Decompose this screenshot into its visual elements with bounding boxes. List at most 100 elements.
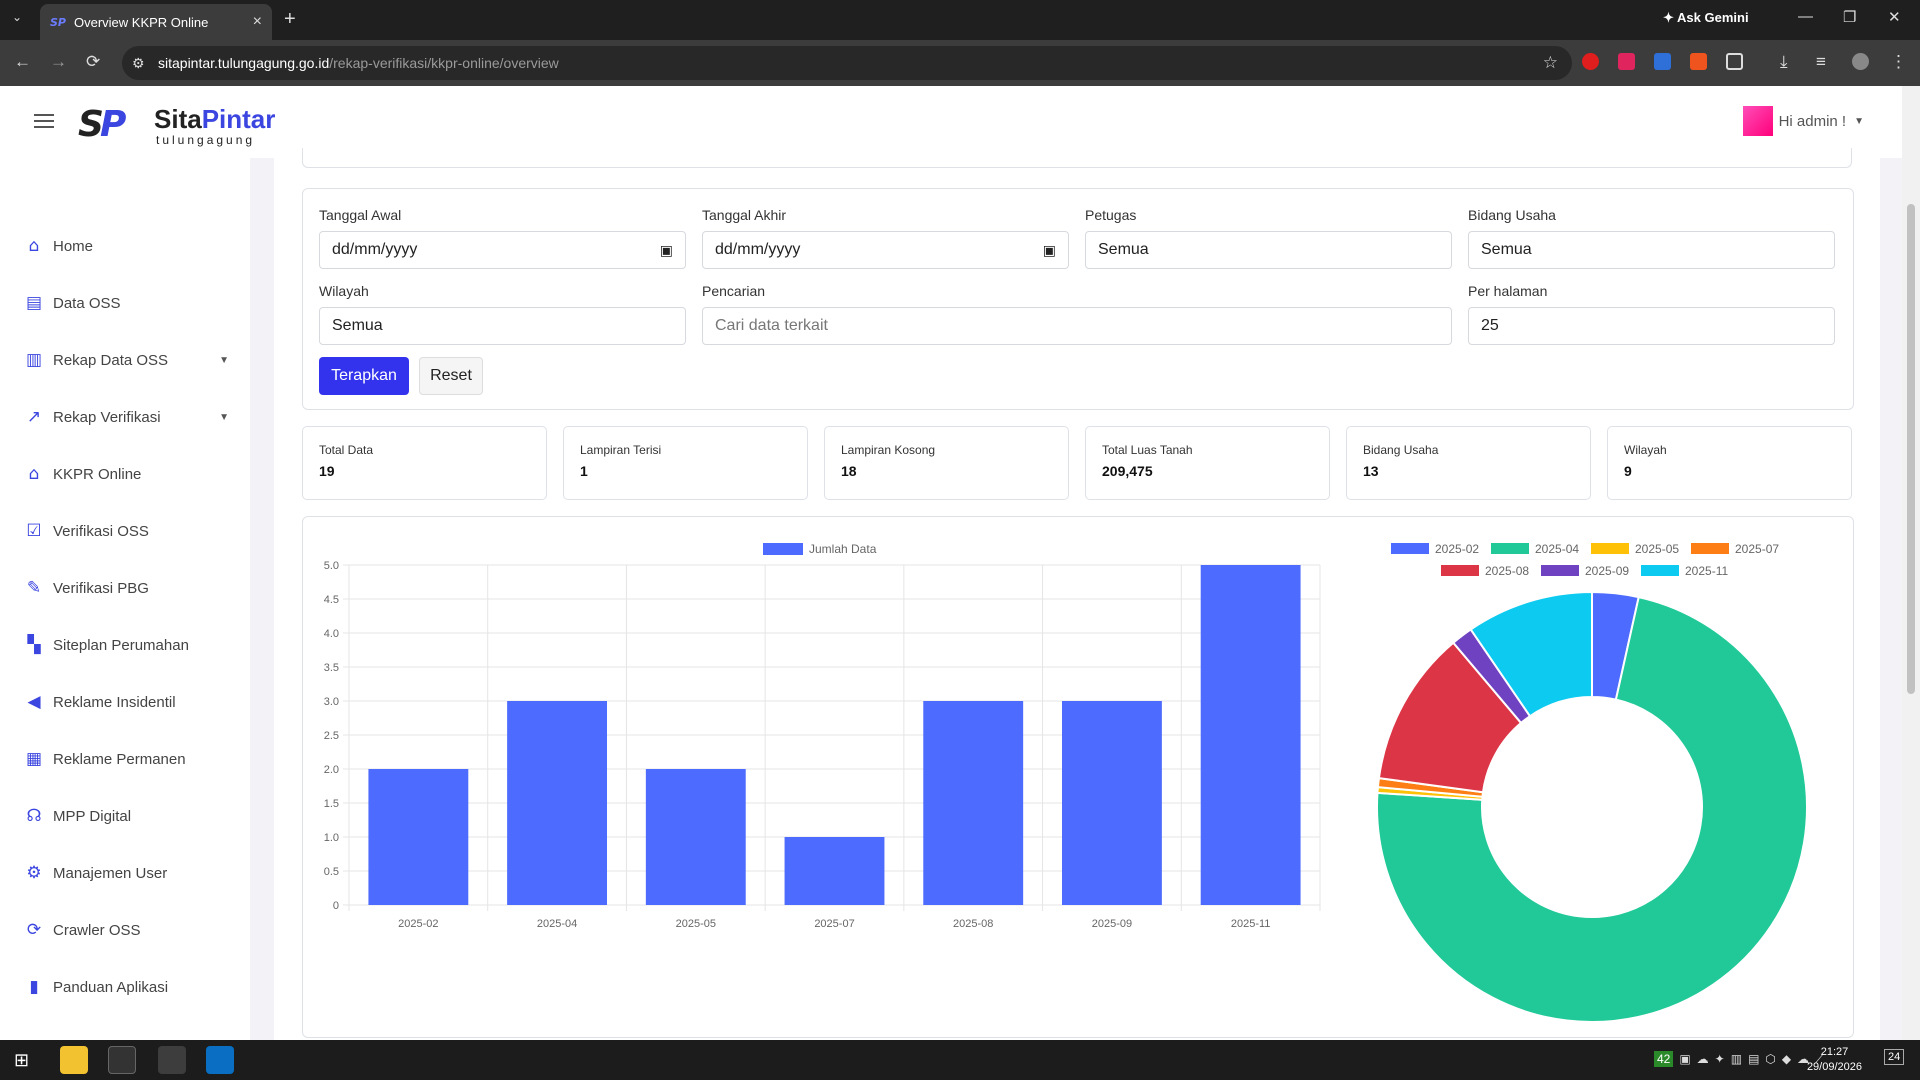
browser-tab[interactable]: SP Overview KKPR Online ×: [40, 4, 272, 40]
system-tray-icons[interactable]: ▣▣☁✦▥▤⬡◆☁⟋: [1662, 1052, 1830, 1067]
sidebar-item-crawler-oss[interactable]: ⟳ Crawler OSS: [24, 918, 229, 942]
stat-label: Total Luas Tanah: [1102, 443, 1193, 457]
close-tab-icon[interactable]: ×: [253, 13, 262, 31]
pencarian-field: Pencarian Cari data terkait: [702, 283, 1452, 345]
vscode-icon[interactable]: [206, 1046, 234, 1074]
petugas-select[interactable]: Semua: [1085, 231, 1452, 269]
pie-legend-swatch: [1641, 565, 1679, 576]
reload-icon[interactable]: ⟳: [86, 52, 100, 72]
tanggal-akhir-input[interactable]: dd/mm/yyyy ▣: [702, 231, 1069, 269]
logo-name-part-b: Pintar: [201, 104, 276, 134]
browser-menu-icon[interactable]: ⋮: [1890, 52, 1907, 72]
sidebar-item-kkpr-online[interactable]: ⌂ KKPR Online: [24, 462, 229, 486]
back-icon[interactable]: ←: [14, 52, 31, 72]
reading-list-icon[interactable]: ≡: [1816, 52, 1826, 72]
tanggal-awal-input[interactable]: dd/mm/yyyy ▣: [319, 231, 686, 269]
minimize-icon[interactable]: —: [1798, 8, 1813, 25]
chrome-icon[interactable]: [158, 1046, 186, 1074]
bidang-usaha-select[interactable]: Semua: [1468, 231, 1835, 269]
sidebar-item-data-oss[interactable]: ▤ Data OSS: [24, 291, 229, 315]
sidebar-item-verifikasi-oss[interactable]: ☑ Verifikasi OSS: [24, 519, 229, 543]
windows-start-icon[interactable]: ⊞: [14, 1050, 29, 1071]
forward-icon[interactable]: →: [50, 52, 67, 72]
terminal-icon[interactable]: [108, 1046, 136, 1074]
page: SP SitaPintar tulungagung Hi admin ! ▼ ⌂…: [0, 86, 1920, 1040]
bookmark-star-icon[interactable]: ☆: [1543, 53, 1558, 73]
chart-card: Jumlah Data 0 0.5 1.0 1.5 2.0 2.5 3.0 3.5 4.0 4.5 5…: [302, 516, 1854, 1038]
url-host: sitapintar.tulungagung.go.id: [158, 55, 330, 71]
sidebar-item-label: Crawler OSS: [53, 921, 141, 939]
logo-name[interactable]: SitaPintar: [154, 104, 275, 135]
restore-icon[interactable]: ❐: [1843, 8, 1856, 26]
extension-icon[interactable]: [1618, 53, 1635, 70]
sidebar-item-rekap-data-oss[interactable]: ▥ Rekap Data OSS ▼: [24, 348, 229, 372]
extension-icon[interactable]: [1582, 53, 1599, 70]
taskbar-clock[interactable]: 21:27 29/09/2026: [1807, 1045, 1862, 1075]
sidebar-item-label: Manajemen User: [53, 864, 168, 882]
profile-avatar-icon[interactable]: [1852, 53, 1869, 70]
search-input[interactable]: Cari data terkait: [702, 307, 1452, 345]
notification-count[interactable]: 24: [1884, 1049, 1905, 1065]
tab-search-icon[interactable]: ⌄: [12, 10, 22, 24]
file-explorer-icon[interactable]: [60, 1046, 88, 1074]
map-icon: ▚: [27, 635, 41, 655]
stat-card: Lampiran Terisi 1: [563, 426, 808, 500]
calendar-icon[interactable]: ▣: [660, 242, 673, 259]
clock-time: 21:27: [1820, 1046, 1849, 1058]
download-icon[interactable]: ⤓: [1780, 52, 1788, 72]
sidebar-item-label: Home: [53, 237, 94, 255]
tray-badge[interactable]: 42: [1654, 1051, 1674, 1067]
calendar-icon[interactable]: ▣: [1043, 242, 1056, 259]
sidebar-item-panduan-aplikasi[interactable]: ▮ Panduan Aplikasi: [24, 975, 229, 999]
tab-title: Overview KKPR Online: [73, 14, 209, 30]
bar: [368, 769, 469, 905]
sidebar-item-verifikasi-pbg[interactable]: ✎ Verifikasi PBG: [24, 576, 229, 600]
stat-card: Bidang Usaha 13: [1346, 426, 1591, 500]
extension-icon[interactable]: [1690, 53, 1707, 70]
pie-legend-swatch: [1491, 543, 1529, 554]
y-tick-label: 1.5: [324, 798, 339, 810]
pie-legend-swatch: [1691, 543, 1729, 554]
stat-label: Lampiran Terisi: [580, 443, 662, 457]
sidebar-item-mpp-digital[interactable]: ☊ MPP Digital: [24, 804, 229, 828]
user-menu[interactable]: Hi admin ! ▼: [1742, 106, 1864, 136]
extension-icon[interactable]: [1654, 53, 1671, 70]
scrollbar-thumb[interactable]: [1907, 204, 1915, 694]
sidebar-item-manajemen-user[interactable]: ⚙ Manajemen User: [24, 861, 229, 885]
avatar: [1742, 106, 1773, 136]
tanggal-awal-field: Tanggal Awal dd/mm/yyyy ▣: [319, 207, 686, 269]
sidebar-item-rekap-verifikasi[interactable]: ↗ Rekap Verifikasi ▼: [24, 405, 229, 429]
per-halaman-select[interactable]: 25: [1468, 307, 1835, 345]
sidebar-item-home[interactable]: ⌂ Home: [24, 234, 229, 258]
hamburger-menu-icon[interactable]: [34, 114, 54, 128]
sidebar-item-label: MPP Digital: [53, 807, 132, 825]
y-tick-label: 2.5: [324, 730, 339, 742]
wilayah-select[interactable]: Semua: [319, 307, 686, 345]
bar-legend-swatch: [763, 543, 803, 555]
sidebar-item-reklame-permanen[interactable]: ▦ Reklame Permanen: [24, 747, 229, 771]
sidebar-item-siteplan-perumahan[interactable]: ▚ Siteplan Perumahan: [24, 633, 229, 657]
new-tab-icon[interactable]: +: [284, 8, 296, 31]
reset-button[interactable]: Reset: [419, 357, 483, 395]
x-tick-label: 2025-05: [676, 918, 716, 930]
field-label: Tanggal Awal: [319, 207, 402, 223]
sidebar-item-label: Siteplan Perumahan: [53, 636, 189, 654]
address-bar-row: ← → ⟳ ⚙ sitapintar.tulungagung.go.id/rek…: [0, 40, 1920, 86]
extensions-puzzle-icon[interactable]: [1726, 53, 1743, 70]
edit-icon: ✎: [26, 578, 42, 598]
close-window-icon[interactable]: ✕: [1888, 8, 1901, 26]
pie-legend-label: 2025-04: [1535, 542, 1579, 556]
apply-button[interactable]: Terapkan: [319, 357, 409, 395]
url-bar[interactable]: ⚙ sitapintar.tulungagung.go.id/rekap-ver…: [122, 46, 1572, 80]
bar-legend-label: Jumlah Data: [809, 542, 877, 556]
ask-gemini-button[interactable]: ✦ Ask Gemini: [1663, 10, 1749, 26]
logo-mark[interactable]: SP: [78, 104, 126, 145]
sync-icon: ⟳: [26, 920, 42, 940]
y-tick-label: 4.5: [324, 594, 339, 606]
page-scrollbar[interactable]: [1902, 86, 1920, 1040]
wilayah-field: Wilayah Semua: [319, 283, 686, 345]
bank-icon: ⌂: [28, 464, 40, 484]
sidebar-item-reklame-insidentil[interactable]: ◀ Reklame Insidentil: [24, 690, 229, 714]
site-info-icon[interactable]: ⚙: [132, 55, 145, 72]
field-label: Tanggal Akhir: [702, 207, 787, 223]
